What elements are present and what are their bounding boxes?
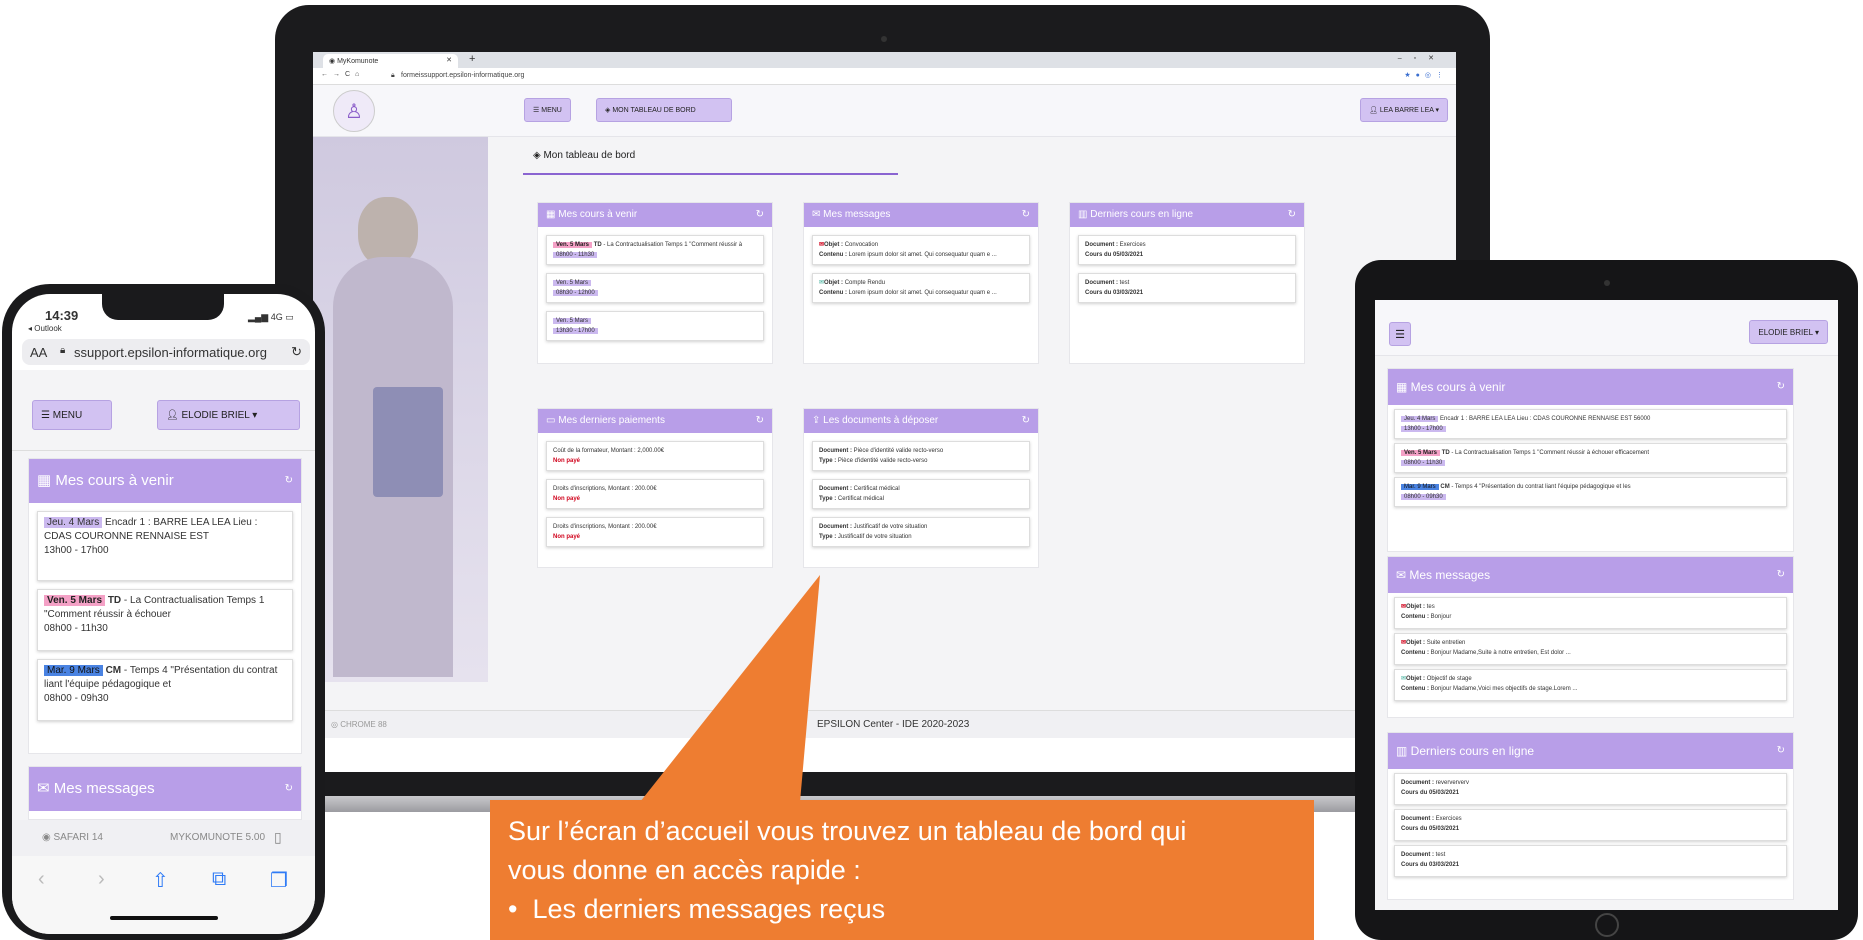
callout-box: Sur l’écran d’accueil vous trouvez un ta… [490,800,1314,940]
callout-line: vous donne en accès rapide : [508,855,861,885]
callout-line: Sur l’écran d’accueil vous trouvez un ta… [508,816,1187,846]
callout-bullet: • Les derniers messages reçus [508,894,886,924]
callout-pointer [640,575,820,802]
